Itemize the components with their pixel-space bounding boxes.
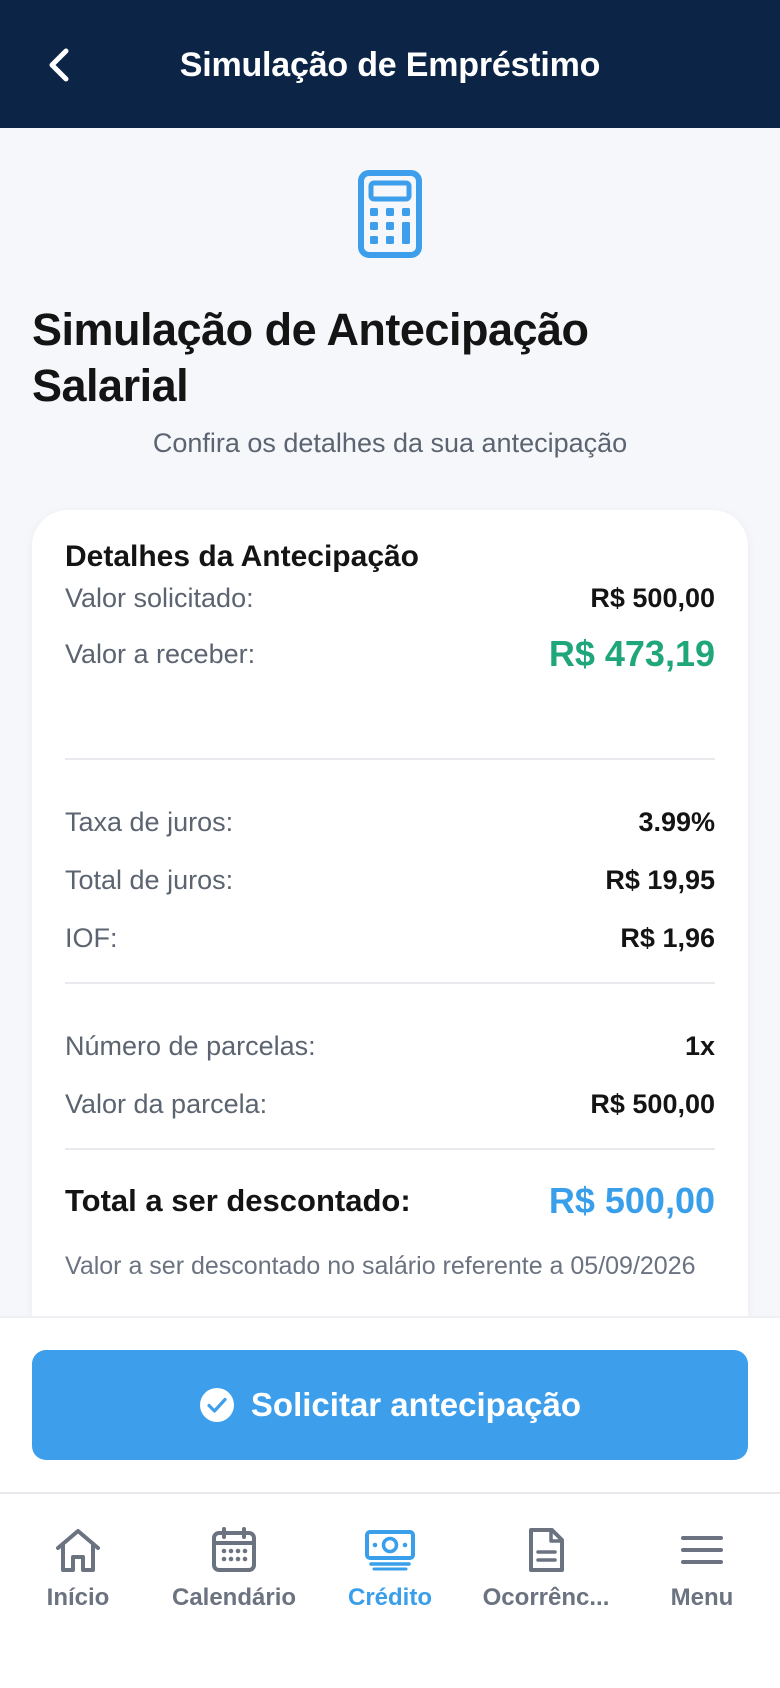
detail-row-to-receive: Valor a receber: R$ 473,19	[65, 633, 715, 674]
tab-inicio[interactable]: Início	[0, 1524, 156, 1624]
divider	[65, 1148, 715, 1150]
detail-label: Valor a receber:	[65, 638, 256, 669]
total-label: Total a ser descontado:	[65, 1183, 411, 1218]
total-value: R$ 500,00	[548, 1180, 715, 1221]
page-title: Simulação de Antecipação Salarial	[32, 304, 589, 411]
tab-label: Menu	[670, 1584, 734, 1611]
detail-value: R$ 1,96	[620, 922, 715, 953]
discount-note: Valor a ser descontado no salário refere…	[65, 1252, 696, 1280]
detail-label: IOF:	[65, 922, 118, 953]
detail-label: Valor solicitado:	[65, 582, 254, 613]
detail-label: Número de parcelas:	[65, 1030, 316, 1061]
tab-menu[interactable]: Menu	[624, 1524, 780, 1624]
card-title: Detalhes da Antecipação	[65, 540, 420, 573]
calendar-icon	[212, 1527, 256, 1572]
back-button[interactable]	[34, 40, 84, 90]
calculator-icon	[358, 170, 422, 258]
detail-row-total-interest: Total de juros: R$ 19,95	[65, 860, 715, 900]
divider	[65, 758, 715, 760]
detail-row-interest-rate: Taxa de juros: 3.99%	[65, 802, 715, 842]
detail-value: 3.99%	[638, 806, 715, 837]
detail-value: R$ 19,95	[605, 864, 715, 895]
detail-label: Total de juros:	[65, 864, 234, 895]
tab-ocorrencias[interactable]: Ocorrênc...	[468, 1524, 624, 1624]
home-icon	[56, 1529, 100, 1572]
action-bar: Solicitar antecipação	[0, 1316, 780, 1492]
header-title: Simulação de Empréstimo	[179, 46, 601, 84]
tab-label: Crédito	[348, 1584, 432, 1611]
document-icon	[529, 1528, 564, 1572]
request-advance-button[interactable]: Solicitar antecipação	[32, 1350, 748, 1460]
menu-icon	[681, 1536, 723, 1564]
detail-row-installment-value: Valor da parcela: R$ 500,00	[65, 1084, 715, 1124]
total-row: Total a ser descontado: R$ 500,00	[65, 1176, 715, 1226]
tab-label: Calendário	[171, 1584, 297, 1611]
page-subtitle: Confira os detalhes da sua antecipação	[152, 428, 628, 458]
detail-row-installments: Número de parcelas: 1x	[65, 1026, 715, 1066]
bottom-tab-bar: Início Calendário Crédito Ocorrênc... Me…	[0, 1492, 780, 1688]
tab-label: Ocorrênc...	[482, 1584, 610, 1611]
divider	[65, 982, 715, 984]
detail-row-iof: IOF: R$ 1,96	[65, 918, 715, 958]
detail-label: Taxa de juros:	[65, 806, 234, 837]
check-circle-icon	[199, 1388, 234, 1422]
detail-label: Valor da parcela:	[65, 1088, 268, 1119]
tab-label: Início	[46, 1584, 110, 1611]
tab-credito[interactable]: Crédito	[312, 1524, 468, 1624]
detail-row-requested: Valor solicitado: R$ 500,00	[65, 578, 715, 618]
chevron-left-icon	[49, 48, 69, 82]
detail-value: 1x	[684, 1030, 715, 1061]
detail-value: R$ 500,00	[590, 1088, 715, 1119]
detail-value: R$ 500,00	[590, 582, 715, 613]
tab-calendario[interactable]: Calendário	[156, 1524, 312, 1624]
details-card: Detalhes da Antecipação Valor solicitado…	[32, 510, 748, 1370]
app-header: Simulação de Empréstimo	[0, 0, 780, 128]
request-advance-label: Solicitar antecipação	[250, 1386, 582, 1423]
banknote-icon	[365, 1530, 415, 1571]
detail-value-highlight: R$ 473,19	[548, 633, 715, 674]
